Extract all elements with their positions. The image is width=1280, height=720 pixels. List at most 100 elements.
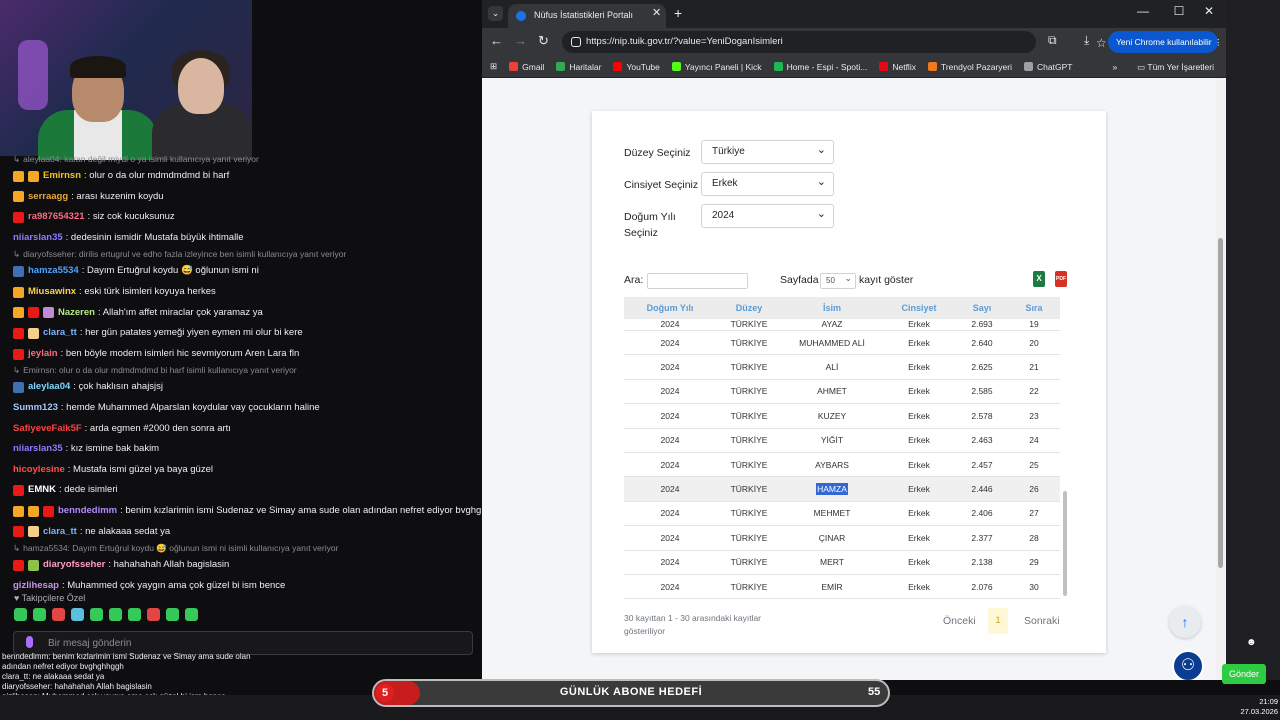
table-row[interactable]: 2024 TÜRKİYE YİĞİT Erkek 2.463 24 xyxy=(624,429,1060,453)
chrome-update-button[interactable]: Yeni Chrome kullanılabilir ⋮ xyxy=(1108,31,1222,53)
pdf-export-icon[interactable]: PDF xyxy=(1055,271,1067,287)
chat-username[interactable]: jeylain xyxy=(28,344,58,365)
bookmark-item[interactable]: Trendyol Pazaryeri xyxy=(927,62,1012,72)
bookmark-star-icon[interactable]: ☆ xyxy=(1096,36,1107,50)
reload-icon[interactable]: ↻ xyxy=(538,33,549,49)
chat-badge-icon[interactable] xyxy=(13,211,24,223)
close-tab-icon[interactable]: ✕ xyxy=(652,6,661,19)
chat-badge-icon[interactable] xyxy=(13,307,24,319)
table-row[interactable]: 2024 TÜRKİYE AYAZ Erkek 2.693 19 xyxy=(624,319,1060,331)
all-bookmarks-link[interactable]: ▭ Tüm Yer İşaretleri xyxy=(1137,62,1214,73)
chat-username[interactable]: hicoylesine xyxy=(13,460,65,481)
previous-page-button[interactable]: Önceki xyxy=(943,615,976,627)
page-length-select[interactable]: 50 xyxy=(820,273,856,289)
back-icon[interactable]: ← xyxy=(490,33,503,48)
emote-icon[interactable] xyxy=(109,608,122,621)
emote-icon[interactable] xyxy=(71,608,84,621)
column-header[interactable]: Cinsiyet xyxy=(882,297,956,319)
chat-badge-icon[interactable] xyxy=(13,505,24,517)
extensions-icon[interactable]: ⧉ xyxy=(1048,33,1057,48)
emote-icon[interactable] xyxy=(90,608,103,621)
table-scroll-thumb[interactable] xyxy=(1063,491,1067,596)
chat-badge-icon[interactable] xyxy=(28,505,39,517)
table-row[interactable]: 2024 TÜRKİYE AYBARS Erkek 2.457 25 xyxy=(624,453,1060,478)
year-select[interactable]: 2024 xyxy=(701,204,834,228)
site-info-icon[interactable] xyxy=(571,37,581,47)
chat-username[interactable]: niiarslan35 xyxy=(13,228,63,249)
table-row[interactable]: 2024 TÜRKİYE HAMZA Erkek 2.446 26 xyxy=(624,477,1060,502)
chat-badge-icon[interactable] xyxy=(13,266,24,278)
chat-badge-icon[interactable] xyxy=(28,307,39,319)
chat-badge-icon[interactable] xyxy=(13,485,24,497)
chat-badge-icon[interactable] xyxy=(43,505,54,517)
chat-username[interactable]: Emirnsn xyxy=(43,166,81,187)
emote-icon[interactable] xyxy=(166,608,179,621)
column-header[interactable]: Sayı xyxy=(956,297,1008,319)
chat-badge-icon[interactable] xyxy=(13,526,24,538)
chat-username[interactable]: clara_tt xyxy=(43,323,77,344)
chat-username[interactable]: Nazeren xyxy=(58,303,95,324)
chat-badge-icon[interactable] xyxy=(13,382,24,394)
emote-icon[interactable] xyxy=(14,608,27,621)
column-header[interactable]: Sıra xyxy=(1008,297,1060,319)
more-bookmarks-icon[interactable]: » xyxy=(1112,62,1117,72)
table-row[interactable]: 2024 TÜRKİYE ÇINAR Erkek 2.377 28 xyxy=(624,526,1060,551)
chat-username[interactable]: diaryofsseher xyxy=(43,555,105,576)
excel-export-icon[interactable]: X xyxy=(1033,271,1045,287)
page-scroll-thumb[interactable] xyxy=(1218,238,1223,568)
emote-icon[interactable] xyxy=(147,608,160,621)
column-header[interactable]: İsim xyxy=(782,297,882,319)
search-input[interactable] xyxy=(647,273,748,289)
download-icon[interactable]: ⤓ xyxy=(1084,33,1089,48)
accessibility-icon[interactable]: ⚇ xyxy=(1172,650,1204,680)
emoji-icon[interactable]: ☻ xyxy=(1246,637,1257,648)
table-row[interactable]: 2024 TÜRKİYE AHMET Erkek 2.585 22 xyxy=(624,380,1060,405)
tab-search-icon[interactable]: ⌄ xyxy=(488,6,503,21)
table-row[interactable]: 2024 TÜRKİYE MEHMET Erkek 2.406 27 xyxy=(624,502,1060,527)
next-page-button[interactable]: Sonraki xyxy=(1024,615,1060,627)
bookmark-item[interactable]: Yayıncı Paneli | Kick xyxy=(671,62,762,72)
chat-badge-icon[interactable] xyxy=(28,559,39,571)
table-row[interactable]: 2024 TÜRKİYE EMİR Erkek 2.076 30 xyxy=(624,575,1060,599)
scroll-to-top-icon[interactable]: ↑ xyxy=(1169,606,1201,638)
minimize-icon[interactable]: — xyxy=(1128,4,1158,18)
chat-username[interactable]: niiarslan35 xyxy=(13,439,63,460)
mic-icon[interactable] xyxy=(26,636,33,648)
chat-badge-icon[interactable] xyxy=(13,327,24,339)
emote-icon[interactable] xyxy=(33,608,46,621)
address-bar[interactable]: https://nip.tuik.gov.tr/?value=YeniDogan… xyxy=(562,31,1107,53)
chat-badge-icon[interactable] xyxy=(13,170,24,182)
chat-username[interactable]: hamza5534 xyxy=(28,261,79,282)
bookmark-item[interactable]: YouTube xyxy=(613,62,660,72)
chat-badge-icon[interactable] xyxy=(13,191,24,203)
bookmark-item[interactable]: Gmail xyxy=(509,62,544,72)
level-select[interactable]: Türkiye xyxy=(701,140,834,164)
apps-icon[interactable]: ⊞ xyxy=(490,61,497,72)
chat-username[interactable]: benndedimm xyxy=(58,501,117,522)
chat-username[interactable]: SafiyeveFaik5F xyxy=(13,419,82,440)
chat-username[interactable]: EMNK xyxy=(28,480,56,501)
chat-badge-icon[interactable] xyxy=(28,170,39,182)
window-close-icon[interactable]: ✕ xyxy=(1194,4,1224,18)
chat-badge-icon[interactable] xyxy=(13,559,24,571)
gender-select[interactable]: Erkek xyxy=(701,172,834,196)
chat-username[interactable]: Miusawinx xyxy=(28,282,76,303)
bookmark-item[interactable]: ChatGPT xyxy=(1024,62,1072,72)
chat-username[interactable]: Summ123 xyxy=(13,398,58,419)
new-tab-icon[interactable]: + xyxy=(674,5,682,21)
bookmark-item[interactable]: Haritalar xyxy=(556,62,601,72)
chat-badge-icon[interactable] xyxy=(13,348,24,360)
chat-badge-icon[interactable] xyxy=(43,307,54,319)
table-row[interactable]: 2024 TÜRKİYE MERT Erkek 2.138 29 xyxy=(624,551,1060,575)
chat-username[interactable]: aleylaa04 xyxy=(28,377,70,398)
table-row[interactable]: 2024 TÜRKİYE ALİ Erkek 2.625 21 xyxy=(624,355,1060,380)
chat-username[interactable]: ra987654321 xyxy=(28,207,85,228)
chat-badge-icon[interactable] xyxy=(28,526,39,538)
column-header[interactable]: Düzey xyxy=(716,297,782,319)
bookmark-item[interactable]: Home - Espi - Spoti... xyxy=(773,62,867,72)
chat-username[interactable]: clara_tt xyxy=(43,522,77,543)
emote-icon[interactable] xyxy=(185,608,198,621)
tab-nufus[interactable]: Nüfus İstatistikleri Portalı ✕ xyxy=(508,4,666,28)
column-header[interactable]: Doğum Yılı xyxy=(624,297,716,319)
table-row[interactable]: 2024 TÜRKİYE KUZEY Erkek 2.578 23 xyxy=(624,404,1060,429)
